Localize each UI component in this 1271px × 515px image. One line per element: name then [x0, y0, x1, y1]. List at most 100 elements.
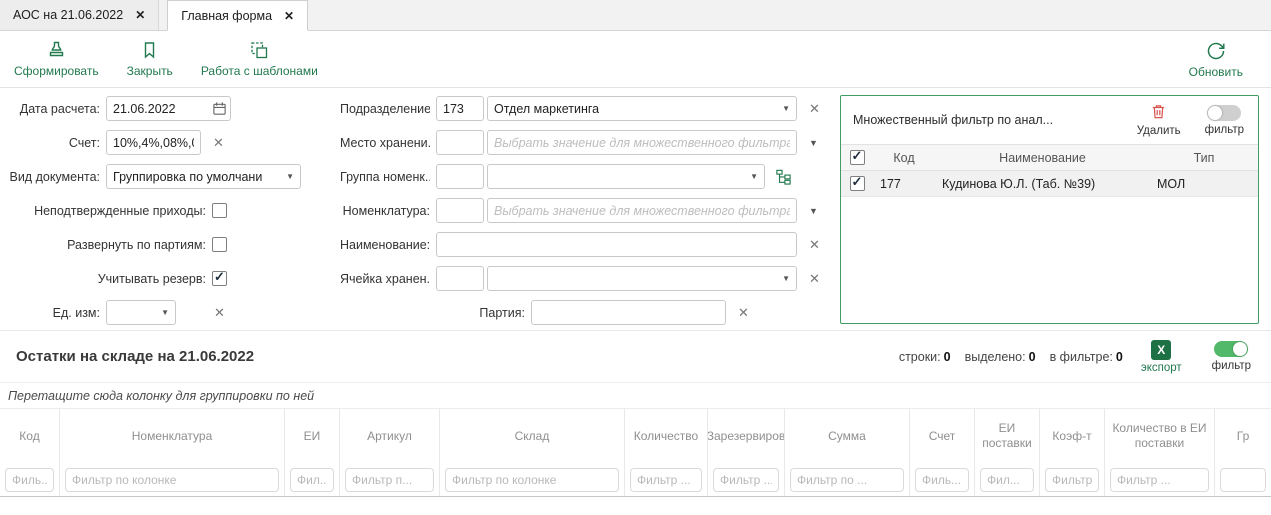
tab-aoc[interactable]: АОС на 21.06.2022 ✕ — [0, 0, 159, 30]
column-filter-input[interactable] — [65, 468, 279, 492]
templates-button[interactable]: Работа с шаблонами — [201, 40, 318, 78]
panel-filter-toggle[interactable]: фильтр — [1205, 105, 1244, 136]
column-filter-input[interactable] — [290, 468, 334, 492]
department-code-input[interactable] — [436, 96, 484, 121]
storage-place-label: Место хранени... — [340, 136, 430, 150]
clear-icon[interactable]: ✕ — [214, 305, 225, 321]
form-middle-column: Подразделение: Отдел маркетинга ▼ ✕ Мест… — [340, 95, 838, 330]
close-icon[interactable]: ✕ — [284, 9, 294, 23]
row-checkbox[interactable] — [850, 176, 865, 191]
column-filter-input[interactable] — [1045, 468, 1099, 492]
panel-title: Множественный фильтр по анал... — [853, 113, 1129, 127]
column-header[interactable]: Гр — [1215, 409, 1271, 463]
delete-button[interactable]: Удалить — [1137, 103, 1181, 137]
clear-icon[interactable]: ✕ — [213, 135, 224, 151]
delete-label: Удалить — [1137, 125, 1181, 137]
grid-column-supply-unit: ЕИ поставки — [975, 409, 1040, 496]
column-filter-input[interactable] — [713, 468, 779, 492]
clear-icon[interactable]: ✕ — [738, 305, 749, 321]
close-icon[interactable]: ✕ — [135, 8, 145, 22]
name-input[interactable] — [436, 232, 797, 257]
calendar-icon[interactable] — [212, 101, 227, 116]
account-input[interactable] — [106, 130, 201, 155]
tab-main-form[interactable]: Главная форма ✕ — [167, 0, 308, 31]
panel-table-header: Код Наименование Тип — [841, 145, 1258, 171]
column-filter-input[interactable] — [1220, 468, 1266, 492]
column-filter-input[interactable] — [630, 468, 702, 492]
clear-icon[interactable]: ✕ — [809, 237, 820, 253]
expand-batches-checkbox[interactable] — [212, 237, 227, 252]
nomenclature-code-input[interactable] — [436, 198, 484, 223]
filter-form: Дата расчета: Счет: ✕ Вид докуме — [0, 88, 1271, 330]
column-header[interactable]: Склад — [440, 409, 624, 463]
grid-filter-label: фильтр — [1212, 360, 1251, 372]
column-header[interactable]: Артикул — [340, 409, 439, 463]
storage-place-multi-input[interactable] — [487, 130, 797, 155]
hierarchy-icon[interactable] — [775, 168, 792, 185]
column-header[interactable]: Количество — [625, 409, 707, 463]
group-by-hint[interactable]: Перетащите сюда колонку для группировки … — [0, 383, 1271, 409]
column-header[interactable]: Счет — [910, 409, 974, 463]
dropdown-icon[interactable]: ▼ — [809, 206, 818, 216]
batch-input[interactable] — [531, 300, 726, 325]
panel-col-type[interactable]: Тип — [1150, 145, 1258, 170]
column-filter-input[interactable] — [980, 468, 1034, 492]
column-header[interactable]: Зарезервиров — [708, 409, 784, 463]
storage-cell-label: Ячейка хранен... — [340, 272, 430, 286]
dropdown-icon[interactable]: ▼ — [809, 138, 818, 148]
column-filter-input[interactable] — [1110, 468, 1209, 492]
grid-column-warehouse: Склад — [440, 409, 625, 496]
doc-type-select[interactable]: Группировка по умолчани ▼ — [106, 164, 301, 189]
batch-label: Партия: — [435, 306, 525, 320]
app-window: АОС на 21.06.2022 ✕ Главная форма ✕ Сфор… — [0, 0, 1271, 497]
chevron-down-icon: ▼ — [286, 172, 294, 181]
generate-button[interactable]: Сформировать — [14, 40, 99, 78]
item-group-select[interactable]: ▼ — [487, 164, 765, 189]
column-header[interactable]: Код — [0, 409, 59, 463]
column-filter-input[interactable] — [790, 468, 904, 492]
panel-col-code[interactable]: Код — [873, 145, 935, 170]
storage-cell-select[interactable]: ▼ — [487, 266, 797, 291]
refresh-button[interactable]: Обновить — [1189, 40, 1243, 79]
panel-table: Код Наименование Тип 177 Кудинова Ю.Л. (… — [841, 144, 1258, 197]
column-filter-input[interactable] — [915, 468, 969, 492]
unit-select[interactable]: ▼ — [106, 300, 176, 325]
department-select[interactable]: Отдел маркетинга ▼ — [487, 96, 797, 121]
unconfirmed-label: Неподтвержденные приходы: — [0, 204, 206, 218]
panel-header: Множественный фильтр по анал... Удалить — [841, 96, 1258, 144]
reserve-checkbox[interactable] — [212, 271, 227, 286]
column-header[interactable]: ЕИ — [285, 409, 339, 463]
item-group-code-input[interactable] — [436, 164, 484, 189]
panel-col-name[interactable]: Наименование — [935, 145, 1150, 170]
toggle-switch[interactable] — [1207, 105, 1241, 121]
panel-row[interactable]: 177 Кудинова Ю.Л. (Таб. №39) МОЛ — [841, 171, 1258, 197]
unconfirmed-checkbox[interactable] — [212, 203, 227, 218]
column-header[interactable]: ЕИ поставки — [975, 409, 1039, 463]
excel-icon: X — [1151, 340, 1171, 360]
clear-icon[interactable]: ✕ — [809, 101, 820, 117]
column-filter-input[interactable] — [345, 468, 434, 492]
select-all-checkbox[interactable] — [850, 150, 865, 165]
close-form-button[interactable]: Закрыть — [127, 40, 173, 78]
refresh-icon — [1205, 40, 1227, 62]
panel-filter-label: фильтр — [1205, 124, 1244, 136]
toggle-switch[interactable] — [1214, 341, 1248, 357]
toolbar: Сформировать Закрыть Работа с шаблонами — [0, 31, 1271, 88]
panel-row-type: МОЛ — [1150, 171, 1258, 196]
reserve-label: Учитывать резерв: — [0, 272, 206, 286]
column-filter-input[interactable] — [445, 468, 619, 492]
column-header[interactable]: Сумма — [785, 409, 909, 463]
export-button[interactable]: X экспорт — [1141, 340, 1182, 374]
nomenclature-multi-input[interactable] — [487, 198, 797, 223]
column-header[interactable]: Количество в ЕИ поставки — [1105, 409, 1214, 463]
panel-row-name: Кудинова Ю.Л. (Таб. №39) — [935, 171, 1150, 196]
grid-filter-toggle[interactable]: фильтр — [1212, 341, 1251, 372]
clear-icon[interactable]: ✕ — [809, 271, 820, 287]
storage-cell-code-input[interactable] — [436, 266, 484, 291]
column-header[interactable]: Номенклатура — [60, 409, 284, 463]
chevron-down-icon: ▼ — [161, 308, 169, 317]
column-header[interactable]: Коэф-т — [1040, 409, 1104, 463]
name-label: Наименование: — [340, 238, 430, 252]
storage-place-code-input[interactable] — [436, 130, 484, 155]
column-filter-input[interactable] — [5, 468, 54, 492]
